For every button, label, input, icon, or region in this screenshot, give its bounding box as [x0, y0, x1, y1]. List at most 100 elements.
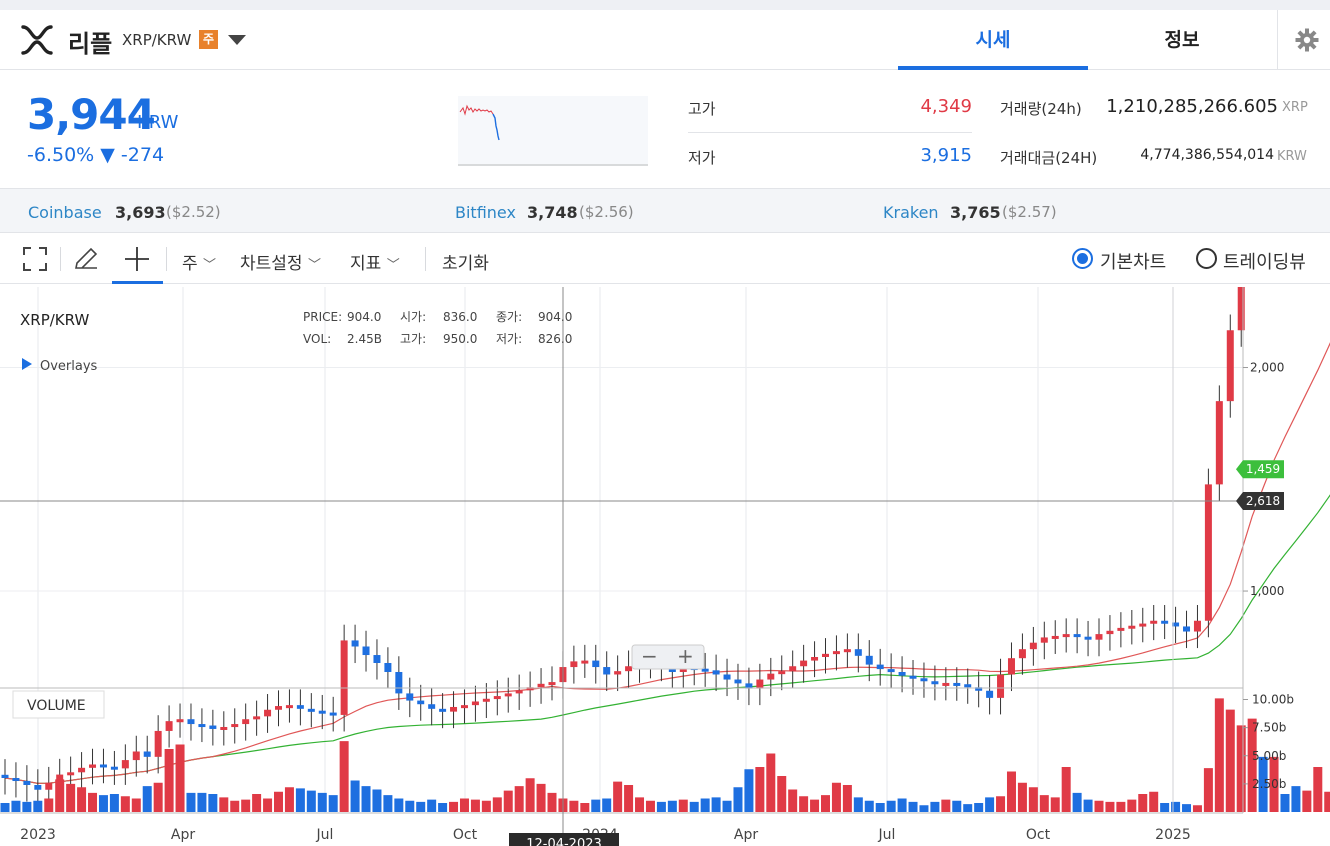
- candle: [493, 696, 501, 700]
- candle: [471, 701, 479, 706]
- volume-bar: [1192, 805, 1202, 812]
- volume-bar: [142, 786, 152, 812]
- volume-bar: [1127, 799, 1137, 812]
- volume-bar: [241, 799, 251, 812]
- volume-label: 거래량(24h): [1000, 100, 1082, 118]
- candle: [1106, 630, 1114, 635]
- tab-info[interactable]: 정보: [1087, 10, 1277, 70]
- candle: [154, 730, 162, 757]
- price-chart[interactable]: 2023AprJulOct2024AprJulOct20251,0002,000…: [0, 287, 1330, 846]
- exchange-coinbase-price: 3,693: [115, 203, 166, 222]
- info-vol: 2.45B: [347, 332, 382, 346]
- volume-bar: [1225, 709, 1235, 812]
- volume-bar: [394, 798, 404, 812]
- x-tick-label: Oct: [1026, 827, 1051, 843]
- volume-bar: [700, 798, 710, 812]
- volume-bar: [492, 797, 502, 812]
- candle: [384, 662, 392, 672]
- change-percent: -6.50%: [27, 144, 95, 166]
- caret-down-icon[interactable]: [228, 35, 246, 45]
- candle: [351, 640, 359, 647]
- volume-bar: [131, 798, 141, 812]
- candle: [614, 671, 622, 675]
- volume-bar: [821, 795, 830, 812]
- settings-button[interactable]: [1277, 10, 1330, 70]
- indicators-label: 지표: [350, 254, 382, 274]
- basic-chart-radio[interactable]: [1072, 248, 1093, 269]
- volume-bar: [733, 787, 743, 812]
- candle: [548, 682, 556, 686]
- zoom-controls: − +: [631, 644, 705, 670]
- volume-bar: [22, 801, 32, 812]
- crosshair-tool[interactable]: [112, 234, 163, 284]
- volume-tick-label: 2.50b: [1252, 777, 1286, 791]
- info-low-label: 저가:: [496, 332, 522, 346]
- volume-bar: [810, 799, 820, 812]
- volume-bar: [963, 804, 973, 812]
- fullscreen-icon[interactable]: [23, 247, 47, 271]
- candle: [209, 725, 217, 729]
- candle: [1051, 635, 1059, 639]
- zoom-in-icon[interactable]: +: [677, 644, 694, 668]
- app-window: 리플 XRP/KRW 주 시세 정보 3,944 KRW -6.50% ▼ -2…: [0, 10, 1330, 846]
- volume-bar: [875, 803, 885, 812]
- volume-bar: [908, 801, 918, 812]
- basic-chart-label[interactable]: 기본차트: [1100, 248, 1166, 274]
- volume-bar: [831, 782, 841, 812]
- volume-bar: [1072, 792, 1082, 812]
- volume-bar: [624, 785, 634, 812]
- indicators-menu[interactable]: 지표 ﹀: [350, 249, 400, 274]
- candle: [12, 778, 20, 782]
- candle: [712, 670, 720, 675]
- overlays-toggle[interactable]: Overlays: [40, 359, 98, 374]
- chart-settings-menu[interactable]: 차트설정 ﹀: [240, 249, 321, 274]
- tradingview-radio[interactable]: [1196, 248, 1217, 269]
- price-tick-label: 2,000: [1250, 361, 1284, 375]
- candle: [570, 661, 578, 668]
- volume-bar: [1182, 804, 1192, 812]
- candle: [920, 678, 928, 682]
- volume-bar: [1313, 767, 1323, 812]
- exchange-bitfinex-price: 3,748: [527, 203, 578, 222]
- candle: [515, 690, 523, 694]
- volume-bar: [1149, 791, 1159, 812]
- triangle-right-icon[interactable]: [22, 358, 32, 370]
- volume-bar: [230, 800, 240, 812]
- toolbar-divider: [60, 247, 61, 271]
- info-open-label: 시가:: [400, 310, 426, 324]
- info-high: 950.0: [443, 332, 477, 346]
- candle: [789, 666, 797, 672]
- volume-bar: [952, 800, 962, 812]
- candle: [1226, 330, 1234, 402]
- crosshair-icon: [125, 247, 149, 271]
- candle: [581, 660, 589, 664]
- tab-price[interactable]: 시세: [898, 10, 1088, 70]
- exchange-bitfinex-link[interactable]: Bitfinex: [455, 203, 516, 222]
- candle: [734, 679, 742, 684]
- crosshair-date: 12-04-2023: [526, 837, 602, 846]
- candle: [482, 698, 490, 702]
- reset-button[interactable]: 초기화: [442, 249, 489, 274]
- candle: [1007, 658, 1015, 675]
- tradingview-label[interactable]: 트레이딩뷰: [1223, 248, 1306, 274]
- candle: [1204, 484, 1212, 621]
- exchange-coinbase-link[interactable]: Coinbase: [28, 203, 102, 222]
- candle: [1084, 636, 1092, 640]
- pencil-icon[interactable]: [73, 246, 99, 272]
- ma-long-line: [4, 494, 1330, 785]
- candle: [460, 705, 468, 709]
- candles: [1, 287, 1245, 807]
- exchange-kraken-link[interactable]: Kraken: [883, 203, 939, 222]
- candle: [220, 726, 228, 730]
- crosshair-date-label: 12-04-2023: [509, 833, 619, 846]
- volume-bar: [208, 794, 218, 812]
- xrp-logo-icon: [21, 25, 53, 55]
- volume-bar: [569, 800, 579, 812]
- volume-bar: [350, 780, 360, 812]
- volume-bar: [120, 796, 130, 812]
- candle: [1150, 620, 1158, 624]
- exchange-coinbase-usd: ($2.52): [166, 203, 221, 221]
- zoom-out-icon[interactable]: −: [641, 644, 658, 668]
- period-select[interactable]: 주 ﹀: [182, 249, 216, 274]
- volume-bar: [842, 785, 852, 812]
